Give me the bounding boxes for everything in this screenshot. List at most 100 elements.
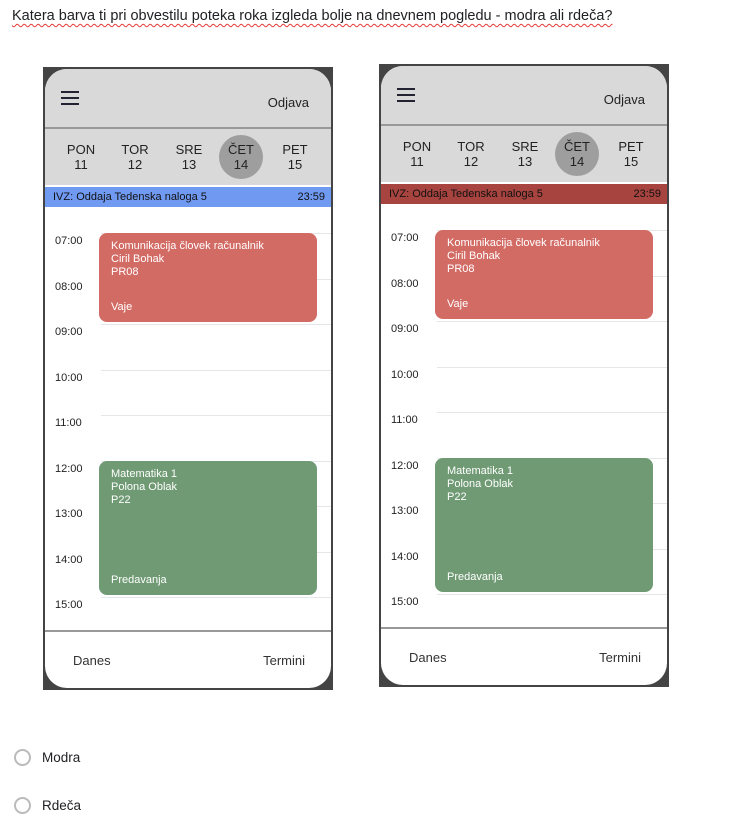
day-3[interactable]: ČET 14 bbox=[219, 135, 263, 179]
event-teacher: Ciril Bohak bbox=[447, 250, 501, 262]
event-teacher: Polona Oblak bbox=[447, 477, 514, 490]
hour-label: 07:00 bbox=[55, 235, 83, 247]
divider bbox=[45, 630, 331, 632]
day-name: PON bbox=[402, 139, 432, 154]
hour-gridline bbox=[101, 369, 331, 371]
day-0[interactable]: PON 11 bbox=[395, 132, 439, 176]
calendar-event[interactable]: Komunikacija človek računalnik Ciril Boha… bbox=[99, 233, 317, 322]
hour-label: 09:00 bbox=[391, 323, 419, 335]
day-date: 15 bbox=[623, 154, 639, 169]
radio-icon[interactable] bbox=[14, 749, 31, 766]
today-button[interactable]: Danes bbox=[409, 650, 447, 665]
hour-label: 11:00 bbox=[55, 417, 82, 429]
hour-label: 15:00 bbox=[391, 596, 419, 608]
day-name: PON bbox=[66, 142, 96, 157]
day-3[interactable]: ČET 14 bbox=[555, 132, 599, 176]
day-2[interactable]: SRE 13 bbox=[503, 132, 547, 176]
event-type: Predavanja bbox=[447, 571, 503, 583]
day-name: ČET bbox=[564, 139, 590, 154]
day-date: 13 bbox=[517, 154, 533, 169]
option-label: Rdeča bbox=[42, 798, 82, 813]
day-name: ČET bbox=[228, 142, 254, 157]
divider bbox=[381, 627, 667, 629]
app-header: Odjava bbox=[45, 69, 331, 127]
day-selector: PON 11 TOR 12 SRE 13 ČET 14 PET 15 bbox=[45, 129, 331, 185]
calendar-event[interactable]: Komunikacija človek računalnik Ciril Boha… bbox=[435, 230, 653, 319]
radio-icon[interactable] bbox=[14, 797, 31, 814]
event-room: PR08 bbox=[111, 266, 139, 278]
question-text: Katera barva ti pri obvestilu poteka rok… bbox=[12, 8, 613, 24]
event-room: PR08 bbox=[447, 263, 475, 275]
day-name: PET bbox=[618, 139, 644, 154]
day-1[interactable]: TOR 12 bbox=[449, 132, 493, 176]
event-room: P22 bbox=[447, 490, 467, 503]
day-date: 12 bbox=[127, 157, 143, 172]
day-1[interactable]: TOR 12 bbox=[113, 135, 157, 179]
hour-label: 09:00 bbox=[55, 326, 83, 338]
logout-button[interactable]: Odjava bbox=[604, 92, 645, 107]
deadline-banner[interactable]: IVZ: Oddaja Tedenska naloga 5 23:59 bbox=[381, 184, 667, 204]
hour-label: 08:00 bbox=[391, 277, 419, 290]
deadline-time: 23:59 bbox=[297, 191, 325, 203]
day-date: 15 bbox=[287, 157, 303, 172]
day-name: TOR bbox=[457, 139, 485, 154]
calendar-event[interactable]: Matematika 1 Polona Oblak P22 Predavanja bbox=[99, 460, 317, 595]
calendar-event[interactable]: Matematika 1 Polona Oblak P22 Predavanja bbox=[435, 457, 653, 592]
hour-gridline bbox=[437, 321, 667, 322]
deadline-banner[interactable]: IVZ: Oddaja Tedenska naloga 5 23:59 bbox=[45, 187, 331, 207]
day-2[interactable]: SRE 13 bbox=[167, 135, 211, 179]
event-teacher: Ciril Bohak bbox=[111, 253, 165, 265]
option-label: Modra bbox=[42, 750, 81, 765]
hour-gridline bbox=[437, 594, 667, 595]
phone-mockup-blue: Odjava PON 11 TOR 12 SRE 13 ČET 14 PET 15 IVZ: Odd… bbox=[43, 67, 333, 690]
event-room: P22 bbox=[111, 493, 131, 506]
event-teacher: Polona Oblak bbox=[111, 480, 178, 493]
hour-label: 11:00 bbox=[391, 414, 418, 426]
day-0[interactable]: PON 11 bbox=[59, 135, 103, 179]
event-type: Vaje bbox=[111, 301, 133, 313]
hamburger-menu-icon[interactable] bbox=[397, 88, 415, 102]
hour-label: 13:00 bbox=[391, 505, 419, 517]
event-title: Matematika 1 bbox=[447, 464, 514, 477]
day-selector: PON 11 TOR 12 SRE 13 ČET 14 PET 15 bbox=[381, 126, 667, 182]
day-name: TOR bbox=[121, 142, 149, 157]
event-title: Matematika 1 bbox=[111, 467, 178, 480]
event-type: Vaje bbox=[447, 298, 469, 310]
appointments-button[interactable]: Termini bbox=[263, 653, 305, 668]
day-date: 14 bbox=[233, 157, 249, 172]
today-button[interactable]: Danes bbox=[73, 653, 111, 668]
hour-label: 07:00 bbox=[391, 232, 419, 244]
deadline-title: IVZ: Oddaja Tedenska naloga 5 bbox=[389, 188, 543, 200]
day-date: 14 bbox=[569, 154, 585, 169]
day-4[interactable]: PET 15 bbox=[273, 135, 317, 179]
day-date: 12 bbox=[463, 154, 479, 169]
event-title: Komunikacija človek računalnik bbox=[447, 237, 600, 249]
hour-label: 10:00 bbox=[55, 371, 83, 384]
hour-gridline bbox=[101, 597, 331, 598]
hour-gridline bbox=[437, 366, 667, 368]
logout-button[interactable]: Odjava bbox=[268, 95, 309, 110]
hamburger-menu-icon[interactable] bbox=[61, 91, 79, 105]
hour-gridline bbox=[101, 324, 331, 325]
hour-label: 12:00 bbox=[391, 459, 419, 472]
day-date: 13 bbox=[181, 157, 197, 172]
option-rdeca[interactable]: Rdeča bbox=[14, 797, 81, 814]
event-type: Predavanja bbox=[111, 574, 167, 586]
day-date: 11 bbox=[74, 157, 88, 172]
hour-gridline bbox=[101, 415, 331, 416]
option-modra[interactable]: Modra bbox=[14, 749, 80, 766]
app-header: Odjava bbox=[381, 66, 667, 124]
phone-mockup-red: Odjava PON 11 TOR 12 SRE 13 ČET 14 PET 15 IVZ: Odd… bbox=[379, 64, 669, 687]
appointments-button[interactable]: Termini bbox=[599, 650, 641, 665]
hour-label: 13:00 bbox=[55, 508, 83, 520]
deadline-time: 23:59 bbox=[633, 188, 661, 200]
hour-label: 14:00 bbox=[55, 553, 83, 566]
hour-gridline bbox=[437, 412, 667, 413]
event-title: Komunikacija človek računalnik bbox=[111, 240, 264, 252]
hour-label: 10:00 bbox=[391, 368, 419, 381]
day-date: 11 bbox=[410, 154, 424, 169]
deadline-title: IVZ: Oddaja Tedenska naloga 5 bbox=[53, 191, 207, 203]
day-name: SRE bbox=[511, 139, 539, 154]
day-4[interactable]: PET 15 bbox=[609, 132, 653, 176]
hour-label: 15:00 bbox=[55, 599, 83, 611]
